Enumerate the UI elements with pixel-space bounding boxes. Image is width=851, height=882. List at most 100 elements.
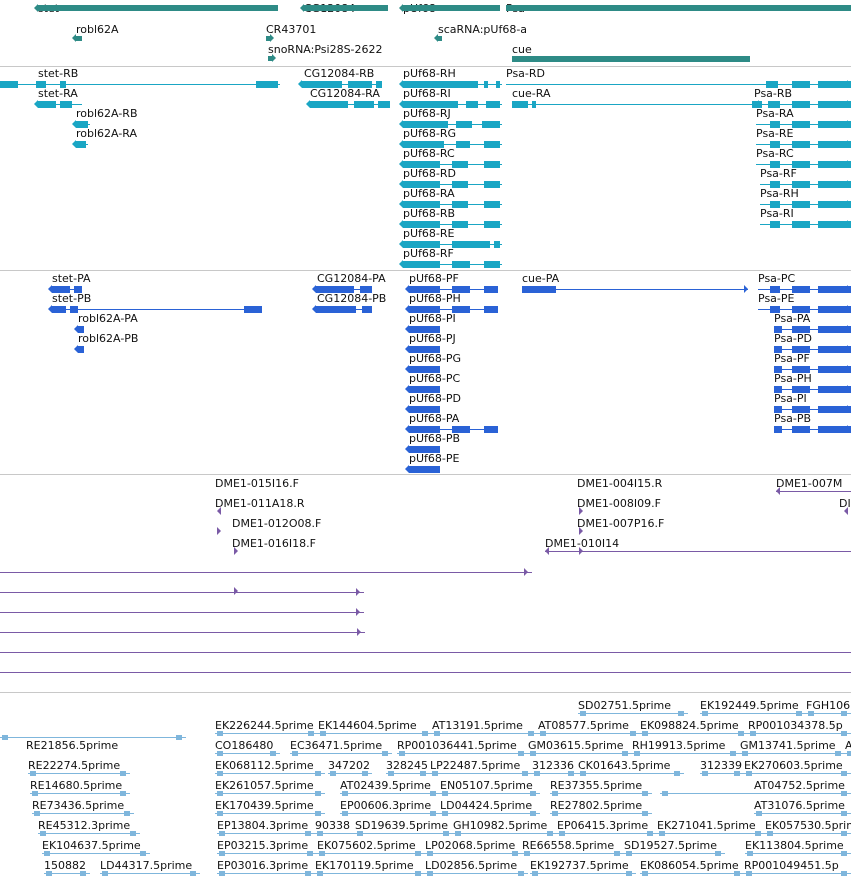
est-block[interactable] [120,791,126,796]
est-block[interactable] [750,731,756,736]
est-block[interactable] [522,771,528,776]
est-block[interactable] [532,871,538,876]
est-block[interactable] [626,871,632,876]
est-block[interactable] [140,851,146,856]
est-block[interactable] [190,871,196,876]
est-block[interactable] [315,791,321,796]
est-block[interactable] [767,831,773,836]
est-block[interactable] [746,771,752,776]
est-block[interactable] [130,831,136,836]
est-block[interactable] [847,751,851,756]
est-block[interactable] [734,871,740,876]
est-block[interactable] [422,731,428,736]
est-block[interactable] [102,871,108,876]
est-block[interactable] [427,871,433,876]
est-block[interactable] [217,731,223,736]
est-block[interactable] [44,851,50,856]
est-block[interactable] [30,771,36,776]
est-block[interactable] [835,751,841,756]
est-block[interactable] [746,871,752,876]
est-block[interactable] [217,771,223,776]
est-block[interactable] [357,831,363,836]
est-block[interactable] [219,831,225,836]
est-block[interactable] [747,851,753,856]
est-block[interactable] [217,811,223,816]
est-block[interactable] [292,751,298,756]
est-block[interactable] [219,851,225,856]
est-block[interactable] [270,751,276,756]
est-block[interactable] [642,811,648,816]
est-block[interactable] [702,771,708,776]
est-block[interactable] [315,771,321,776]
est-block[interactable] [512,851,518,856]
est-block[interactable] [307,851,313,856]
est-block[interactable] [34,811,40,816]
est-block[interactable] [399,751,405,756]
est-block[interactable] [443,831,449,836]
est-block[interactable] [455,831,461,836]
est-block[interactable] [342,791,348,796]
est-block[interactable] [430,811,436,816]
est-block[interactable] [614,851,620,856]
est-block[interactable] [547,831,553,836]
est-block[interactable] [317,871,323,876]
est-block[interactable] [442,791,448,796]
est-block[interactable] [678,711,684,716]
est-block[interactable] [540,731,546,736]
est-block[interactable] [219,871,225,876]
est-block[interactable] [124,811,130,816]
est-block[interactable] [427,851,433,856]
est-block[interactable] [434,731,440,736]
est-block[interactable] [702,711,708,716]
est-block[interactable] [330,771,336,776]
est-block[interactable] [415,871,421,876]
est-block[interactable] [552,811,558,816]
est-block[interactable] [634,751,640,756]
est-block[interactable] [568,771,574,776]
est-block[interactable] [308,731,314,736]
est-block[interactable] [841,791,847,796]
est-block[interactable] [528,731,534,736]
est-block[interactable] [342,811,348,816]
est-block[interactable] [432,771,438,776]
est-block[interactable] [442,811,448,816]
est-block[interactable] [642,791,648,796]
est-block[interactable] [580,711,586,716]
est-block[interactable] [622,751,628,756]
est-block[interactable] [841,731,847,736]
est-block[interactable] [319,851,325,856]
est-block[interactable] [841,831,847,836]
est-block[interactable] [530,811,536,816]
est-block[interactable] [552,791,558,796]
est-block[interactable] [659,831,665,836]
est-block[interactable] [756,811,762,816]
est-block[interactable] [518,871,524,876]
est-block[interactable] [841,711,847,716]
est-block[interactable] [534,771,540,776]
est-block[interactable] [559,831,565,836]
est-block[interactable] [518,751,524,756]
est-block[interactable] [808,711,814,716]
est-block[interactable] [32,791,38,796]
est-block[interactable] [734,771,740,776]
est-block[interactable] [580,771,586,776]
est-block[interactable] [420,771,426,776]
est-block[interactable] [320,731,326,736]
est-block[interactable] [362,771,368,776]
est-block[interactable] [382,751,388,756]
est-block[interactable] [305,871,311,876]
est-block[interactable] [642,731,648,736]
est-block[interactable] [530,791,536,796]
est-block[interactable] [841,811,847,816]
est-block[interactable] [530,751,536,756]
est-block[interactable] [2,735,8,740]
est-block[interactable] [305,831,311,836]
est-block[interactable] [796,711,802,716]
est-block[interactable] [317,831,323,836]
est-block[interactable] [647,831,653,836]
est-block[interactable] [430,791,436,796]
est-block[interactable] [715,851,721,856]
est-block[interactable] [46,871,52,876]
est-block[interactable] [524,851,530,856]
est-block[interactable] [630,731,636,736]
